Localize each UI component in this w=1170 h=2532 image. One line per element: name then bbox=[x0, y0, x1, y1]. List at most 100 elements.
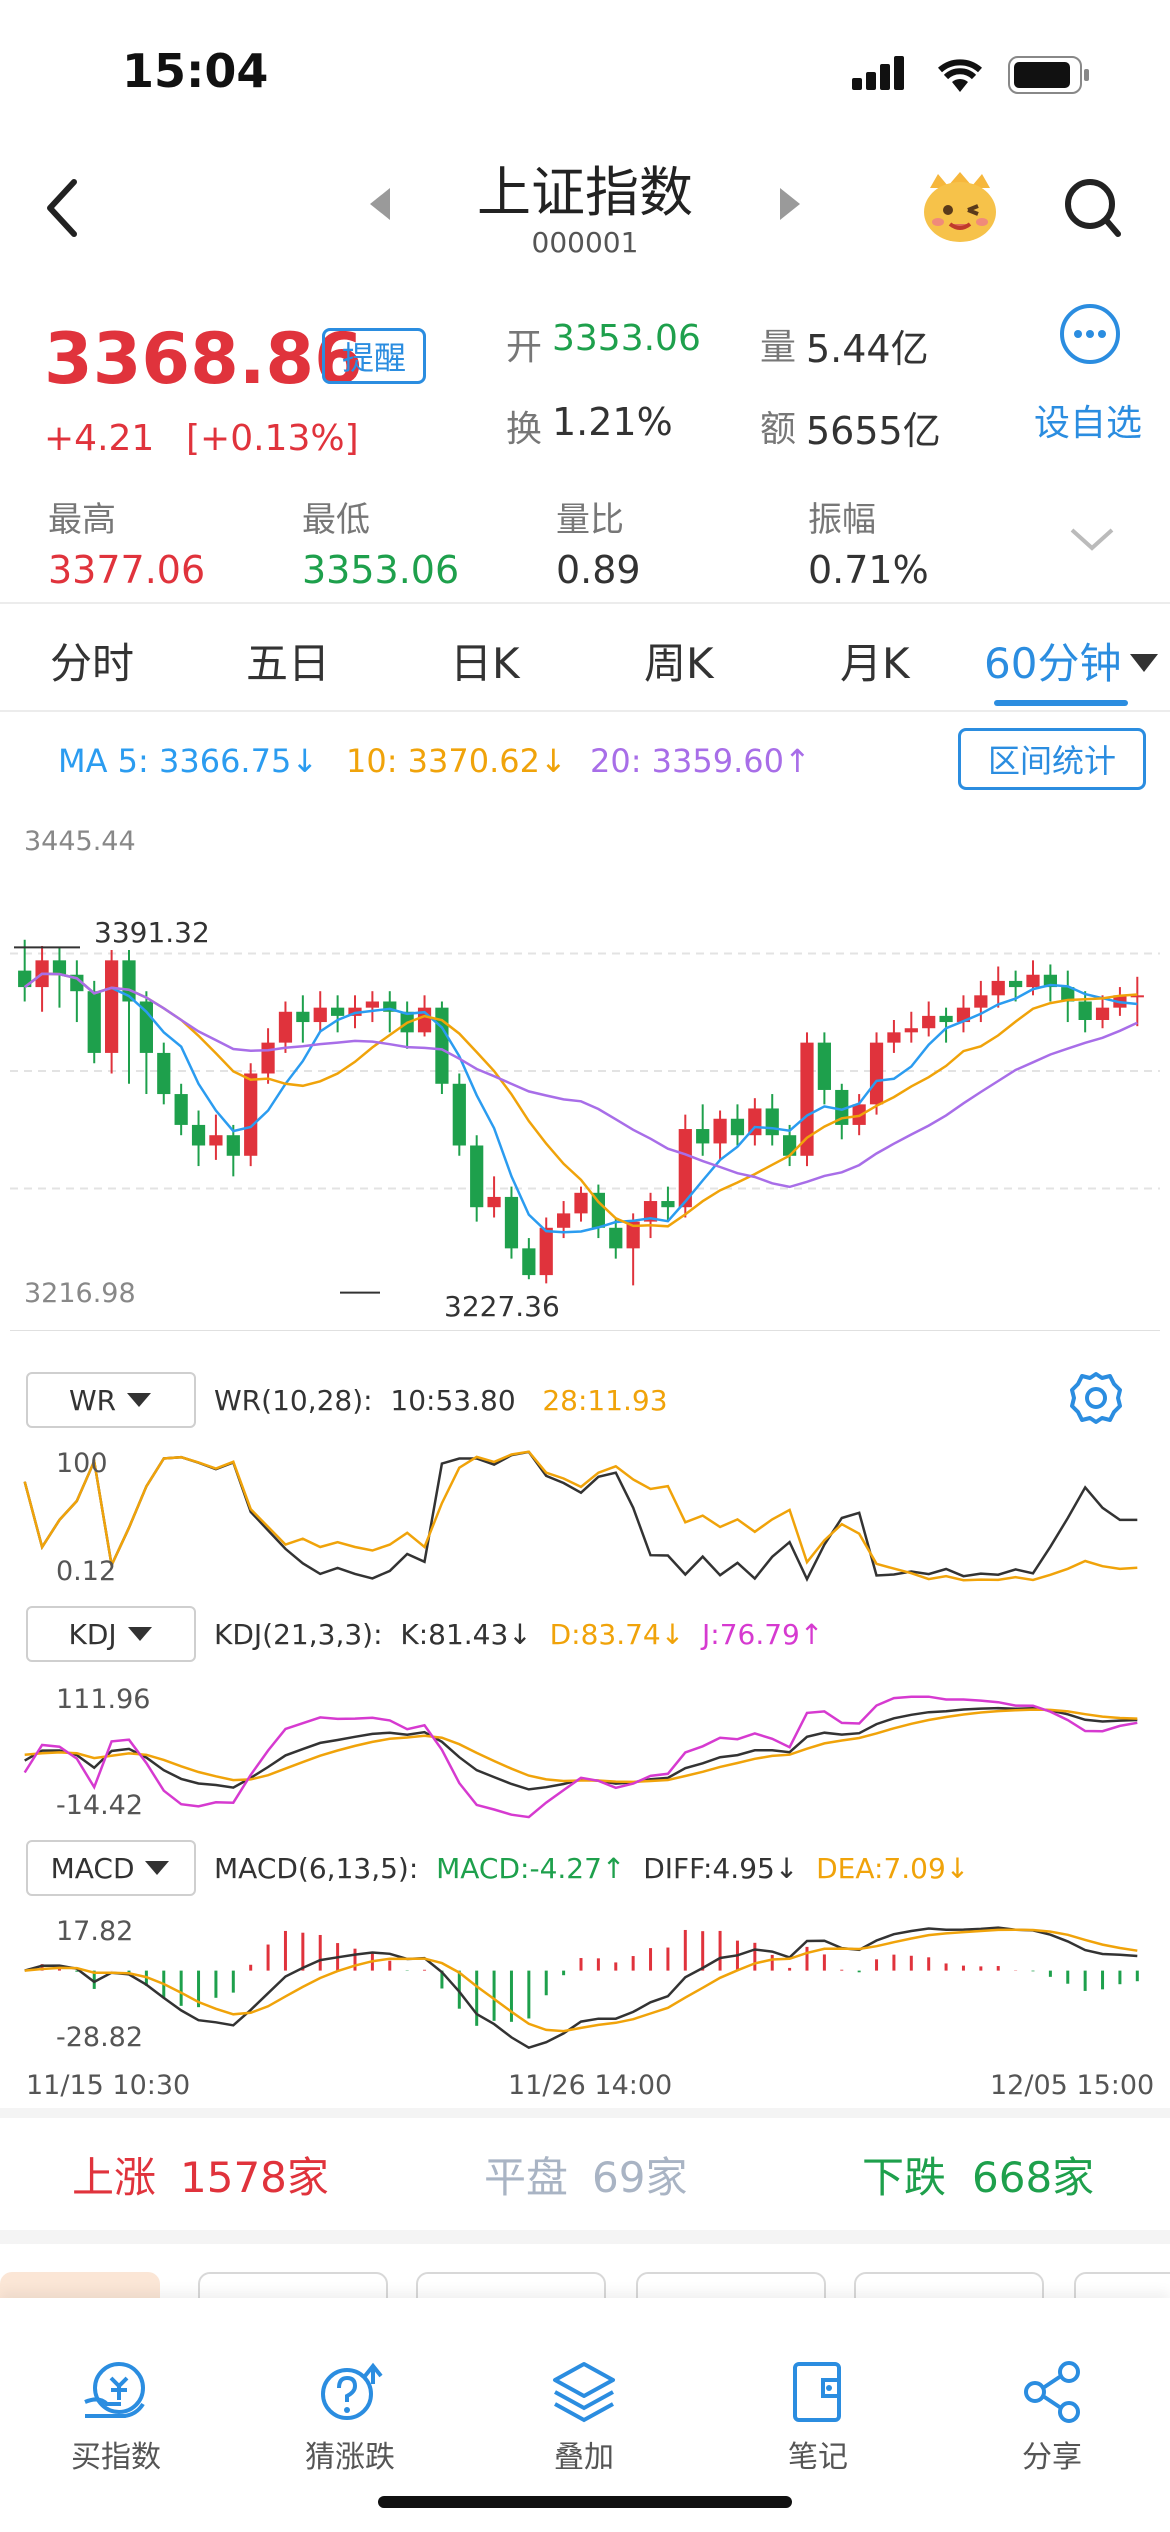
dropdown-icon bbox=[127, 1627, 152, 1641]
kdj-j: J:76.79↑ bbox=[702, 1618, 824, 1651]
candle-body bbox=[765, 1108, 779, 1136]
guess-icon bbox=[321, 2362, 383, 2420]
wr-legend: WR(10,28): 10:53.80 28:11.93 bbox=[214, 1384, 668, 1417]
high-value: 3377.06 bbox=[48, 548, 206, 592]
turnover-value: 1.21% bbox=[552, 400, 673, 444]
candle-body bbox=[591, 1192, 605, 1228]
macd-top-label: 17.82 bbox=[56, 1916, 134, 1947]
candle-body bbox=[991, 980, 1005, 996]
wr-selector[interactable]: WR bbox=[26, 1372, 196, 1428]
amplitude-value: 0.71% bbox=[808, 548, 929, 592]
candle-body bbox=[661, 1201, 675, 1208]
kdj-chart bbox=[23, 1695, 1138, 1819]
candle-body bbox=[191, 1124, 206, 1146]
wr-chart bbox=[23, 1450, 1138, 1583]
settings-icon[interactable] bbox=[1066, 1368, 1126, 1432]
range-stats-button[interactable]: 区间统计 bbox=[958, 728, 1146, 790]
layers-icon bbox=[553, 2362, 615, 2423]
candle-body bbox=[904, 1028, 918, 1033]
kdj-bottom-label: -14.42 bbox=[56, 1790, 144, 1821]
kline-low-mark: 3227.36 bbox=[444, 1290, 560, 1323]
down-count: 668家 bbox=[972, 2153, 1095, 2202]
kline-high-mark: 3391.32 bbox=[94, 916, 210, 949]
kdj-selector[interactable]: KDJ bbox=[26, 1606, 196, 1662]
search-icon[interactable] bbox=[1062, 176, 1122, 244]
price-change: +4.21 bbox=[44, 418, 155, 459]
candle-body bbox=[1009, 980, 1023, 988]
tab-weekly[interactable]: 周K bbox=[644, 630, 714, 691]
ma20-line bbox=[23, 972, 1138, 1189]
dropdown-icon bbox=[145, 1861, 170, 1875]
tab-daily[interactable]: 日K bbox=[450, 630, 520, 691]
add-watchlist-button[interactable]: 设自选 bbox=[1034, 394, 1142, 446]
home-indicator bbox=[378, 2496, 792, 2508]
price-change-pct: [+0.13%] bbox=[186, 418, 359, 459]
section-gap bbox=[0, 2230, 1170, 2244]
more-icon[interactable] bbox=[1058, 302, 1122, 370]
low-value: 3353.06 bbox=[302, 548, 460, 592]
amount-value: 5655亿 bbox=[806, 409, 941, 453]
status-time: 15:04 bbox=[122, 44, 269, 98]
kdj-k: K:81.43↓ bbox=[400, 1618, 532, 1651]
kdj-top-label: 111.96 bbox=[56, 1684, 151, 1715]
turnover-label: 换 bbox=[506, 409, 543, 450]
x-axis-end: 12/05 15:00 bbox=[990, 2070, 1155, 2101]
wr-name: WR bbox=[68, 1383, 117, 1417]
buy-index-label: 买指数 bbox=[71, 2440, 161, 2475]
remind-button[interactable]: 提醒 bbox=[322, 328, 426, 384]
vol-ratio-label: 量比 bbox=[556, 500, 624, 540]
buy-index-button[interactable]: 买指数 bbox=[16, 2360, 216, 2476]
vol-ratio-value: 0.89 bbox=[556, 548, 641, 592]
guess-label: 猜涨跌 bbox=[305, 2440, 395, 2475]
wr-top-label: 100 bbox=[56, 1448, 108, 1479]
overlay-button[interactable]: 叠加 bbox=[484, 2360, 684, 2476]
guess-button[interactable]: 猜涨跌 bbox=[250, 2360, 450, 2476]
tab-dropdown-icon[interactable] bbox=[1128, 652, 1160, 678]
wr-params: WR(10,28): bbox=[214, 1384, 373, 1417]
tab-five-day[interactable]: 五日 bbox=[246, 630, 330, 691]
macd-selector[interactable]: MACD bbox=[26, 1840, 196, 1896]
candle-body bbox=[487, 1196, 501, 1208]
macd-dea: DEA:7.09↓ bbox=[816, 1852, 970, 1885]
kline-bottom-label: 3216.98 bbox=[24, 1278, 136, 1309]
low-label: 最低 bbox=[302, 500, 370, 540]
candle-body bbox=[105, 960, 119, 1053]
wr-v2: 28:11.93 bbox=[542, 1384, 668, 1417]
wr28-line bbox=[23, 1450, 1138, 1582]
share-button[interactable]: 分享 bbox=[952, 2360, 1152, 2476]
candle-body bbox=[278, 1011, 293, 1043]
candle-body bbox=[365, 1001, 379, 1008]
wifi-icon bbox=[934, 54, 986, 98]
candle-body bbox=[557, 1213, 571, 1228]
candle-body bbox=[52, 960, 67, 975]
expand-icon[interactable] bbox=[1068, 524, 1116, 558]
candle-body bbox=[817, 1042, 831, 1090]
next-stock-icon[interactable] bbox=[776, 186, 802, 226]
diff-line bbox=[24, 1926, 1138, 2050]
candle-body bbox=[730, 1118, 745, 1136]
candle-body bbox=[331, 1007, 345, 1016]
kline-chart[interactable] bbox=[10, 816, 1160, 1336]
note-button[interactable]: 笔记 bbox=[718, 2360, 918, 2476]
note-label: 笔记 bbox=[788, 2440, 848, 2475]
candle-body bbox=[87, 991, 101, 1053]
ma5-value: MA 5: 3366.75↓ bbox=[58, 742, 319, 780]
amount-label: 额 bbox=[760, 409, 797, 450]
candle-body bbox=[244, 1073, 258, 1156]
candle-body bbox=[887, 1032, 901, 1043]
x-axis-start: 11/15 10:30 bbox=[26, 2070, 191, 2101]
macd-params: MACD(6,13,5): bbox=[214, 1852, 419, 1885]
tab-monthly[interactable]: 月K bbox=[840, 630, 910, 691]
macd-diff: DIFF:4.95↓ bbox=[643, 1852, 799, 1885]
mascot-icon[interactable] bbox=[920, 168, 1000, 248]
tab-intraday[interactable]: 分时 bbox=[50, 630, 134, 691]
candle-body bbox=[974, 995, 988, 1008]
candle-body bbox=[452, 1083, 466, 1146]
battery-icon bbox=[1008, 56, 1092, 98]
wr-v1: 10:53.80 bbox=[390, 1384, 516, 1417]
tab-60min[interactable]: 60分钟 bbox=[984, 630, 1121, 691]
share-label: 分享 bbox=[1022, 2440, 1082, 2475]
candle-body bbox=[939, 1015, 953, 1023]
candle-body bbox=[174, 1094, 188, 1125]
candle-body bbox=[1026, 974, 1040, 988]
